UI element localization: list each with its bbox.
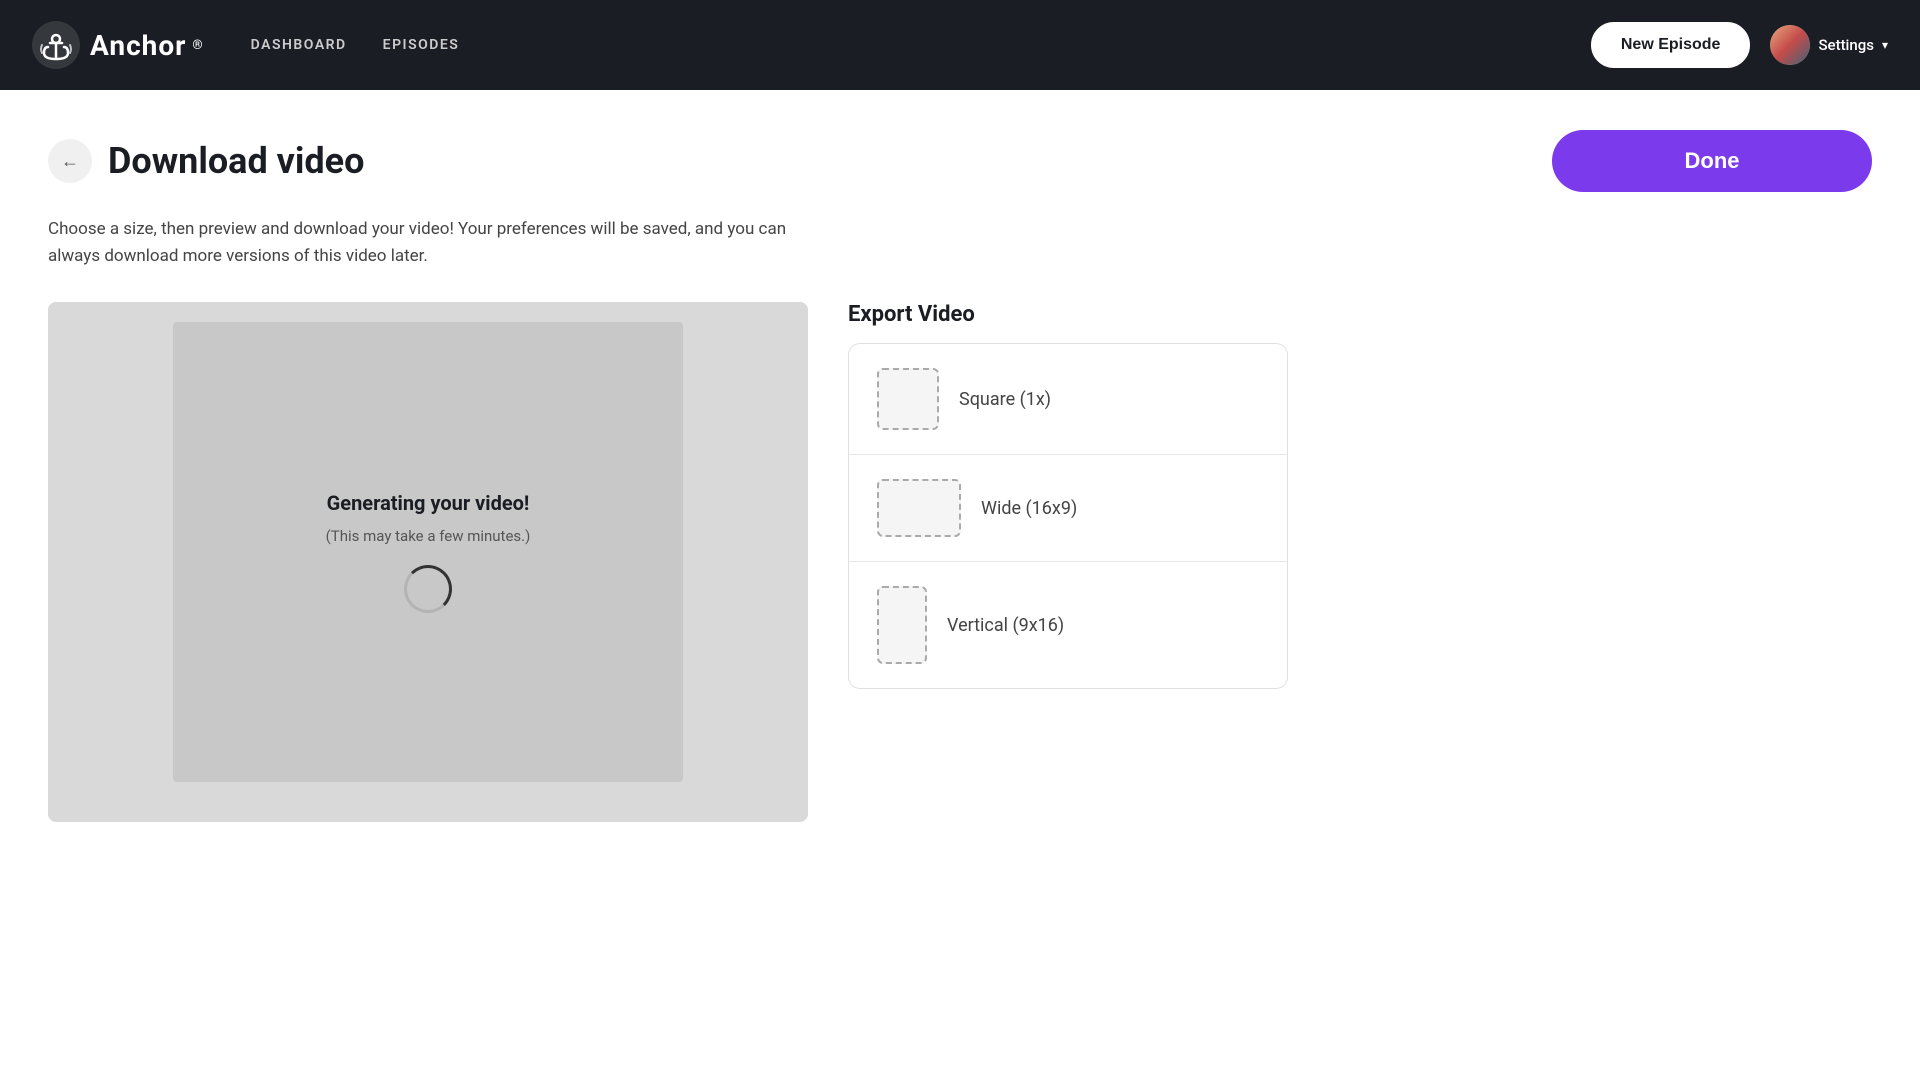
navbar: Anchor ® DASHBOARD EPISODES New Episode … (0, 0, 1920, 90)
export-option-wide[interactable]: Wide (16x9) (849, 455, 1287, 562)
generating-sub: (This may take a few minutes.) (326, 527, 531, 545)
wide-format-icon (877, 479, 961, 537)
square-icon-shape (877, 368, 939, 430)
logo-reg: ® (192, 38, 202, 53)
subtitle-text: Choose a size, then preview and download… (48, 216, 788, 270)
export-panel: Export Video Square (1x) Wide (16x9) (848, 302, 1288, 689)
nav-link-episodes[interactable]: EPISODES (383, 37, 460, 53)
main-content: ← Download video Done Choose a size, the… (0, 90, 1920, 1078)
nav-links: DASHBOARD EPISODES (251, 37, 460, 53)
avatar (1770, 25, 1810, 65)
content-layout: Generating your video! (This may take a … (48, 302, 1872, 822)
logo-area: Anchor ® (32, 21, 203, 69)
wide-icon-shape (877, 479, 961, 537)
export-option-square[interactable]: Square (1x) (849, 344, 1287, 455)
loading-spinner (404, 565, 452, 613)
page-header: ← Download video Done (48, 130, 1872, 192)
page-title: Download video (108, 140, 364, 182)
done-button[interactable]: Done (1552, 130, 1872, 192)
video-preview-container: Generating your video! (This may take a … (48, 302, 808, 822)
generating-title: Generating your video! (327, 491, 530, 515)
back-button[interactable]: ← (48, 139, 92, 183)
chevron-down-icon: ▾ (1882, 38, 1888, 52)
settings-label: Settings (1818, 36, 1874, 54)
settings-area[interactable]: Settings ▾ (1770, 25, 1888, 65)
logo-text: Anchor (90, 29, 186, 62)
new-episode-button[interactable]: New Episode (1591, 22, 1751, 68)
export-option-vertical[interactable]: Vertical (9x16) (849, 562, 1287, 688)
square-format-icon (877, 368, 939, 430)
back-arrow-icon: ← (61, 151, 79, 172)
video-inner: Generating your video! (This may take a … (173, 322, 683, 782)
export-options: Square (1x) Wide (16x9) Vertical (9x16) (848, 343, 1288, 689)
page-header-left: ← Download video (48, 139, 364, 183)
navbar-right: New Episode Settings ▾ (1591, 22, 1888, 68)
export-title: Export Video (848, 302, 1288, 327)
square-label: Square (1x) (959, 389, 1051, 410)
vertical-label: Vertical (9x16) (947, 615, 1064, 636)
vertical-icon-shape (877, 586, 927, 664)
avatar-image (1770, 25, 1810, 65)
anchor-logo-icon (32, 21, 80, 69)
nav-link-dashboard[interactable]: DASHBOARD (251, 37, 347, 53)
vertical-format-icon (877, 586, 927, 664)
wide-label: Wide (16x9) (981, 498, 1077, 519)
navbar-left: Anchor ® DASHBOARD EPISODES (32, 21, 459, 69)
